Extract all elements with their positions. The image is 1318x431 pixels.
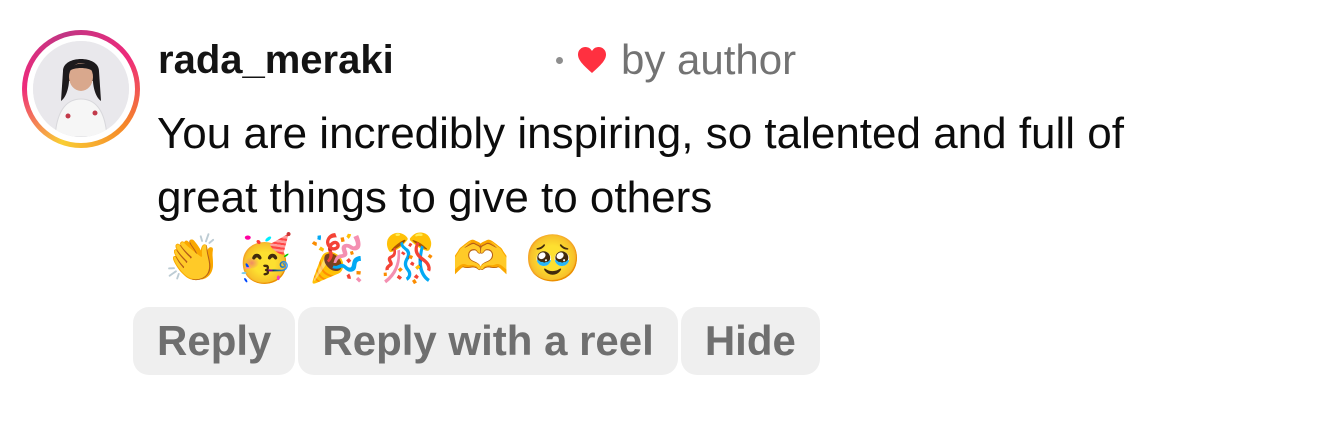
confetti-ball-emoji: 🎊 — [380, 231, 438, 285]
hide-button[interactable]: Hide — [680, 307, 820, 375]
comment-emojis: 👏 🥳 🎉 🎊 🫶 🥹 — [158, 226, 588, 290]
comment-username[interactable]: rada_meraki — [158, 36, 394, 84]
avatar[interactable] — [33, 41, 129, 137]
holding-back-tears-emoji: 🥹 — [524, 231, 582, 285]
comment-actions: Reply Reply with a reel Hide — [133, 307, 820, 375]
heart-hands-emoji: 🫶 — [452, 231, 510, 285]
clapping-hands-emoji: 👏 — [164, 231, 222, 285]
separator-dot — [556, 56, 563, 64]
comment-text: You are incredibly inspiring, so talente… — [157, 109, 1124, 222]
reply-with-reel-button[interactable]: Reply with a reel — [298, 307, 678, 375]
reply-button[interactable]: Reply — [133, 307, 296, 375]
party-popper-emoji: 🎉 — [308, 231, 366, 285]
avatar-ring-gap — [27, 35, 135, 143]
heart-icon — [577, 46, 607, 74]
liked-by-author: by author — [556, 36, 796, 84]
partying-face-emoji: 🥳 — [236, 231, 294, 285]
avatar-image — [33, 41, 129, 137]
liked-by-label: by author — [621, 36, 797, 83]
avatar-story-ring[interactable] — [22, 30, 140, 148]
